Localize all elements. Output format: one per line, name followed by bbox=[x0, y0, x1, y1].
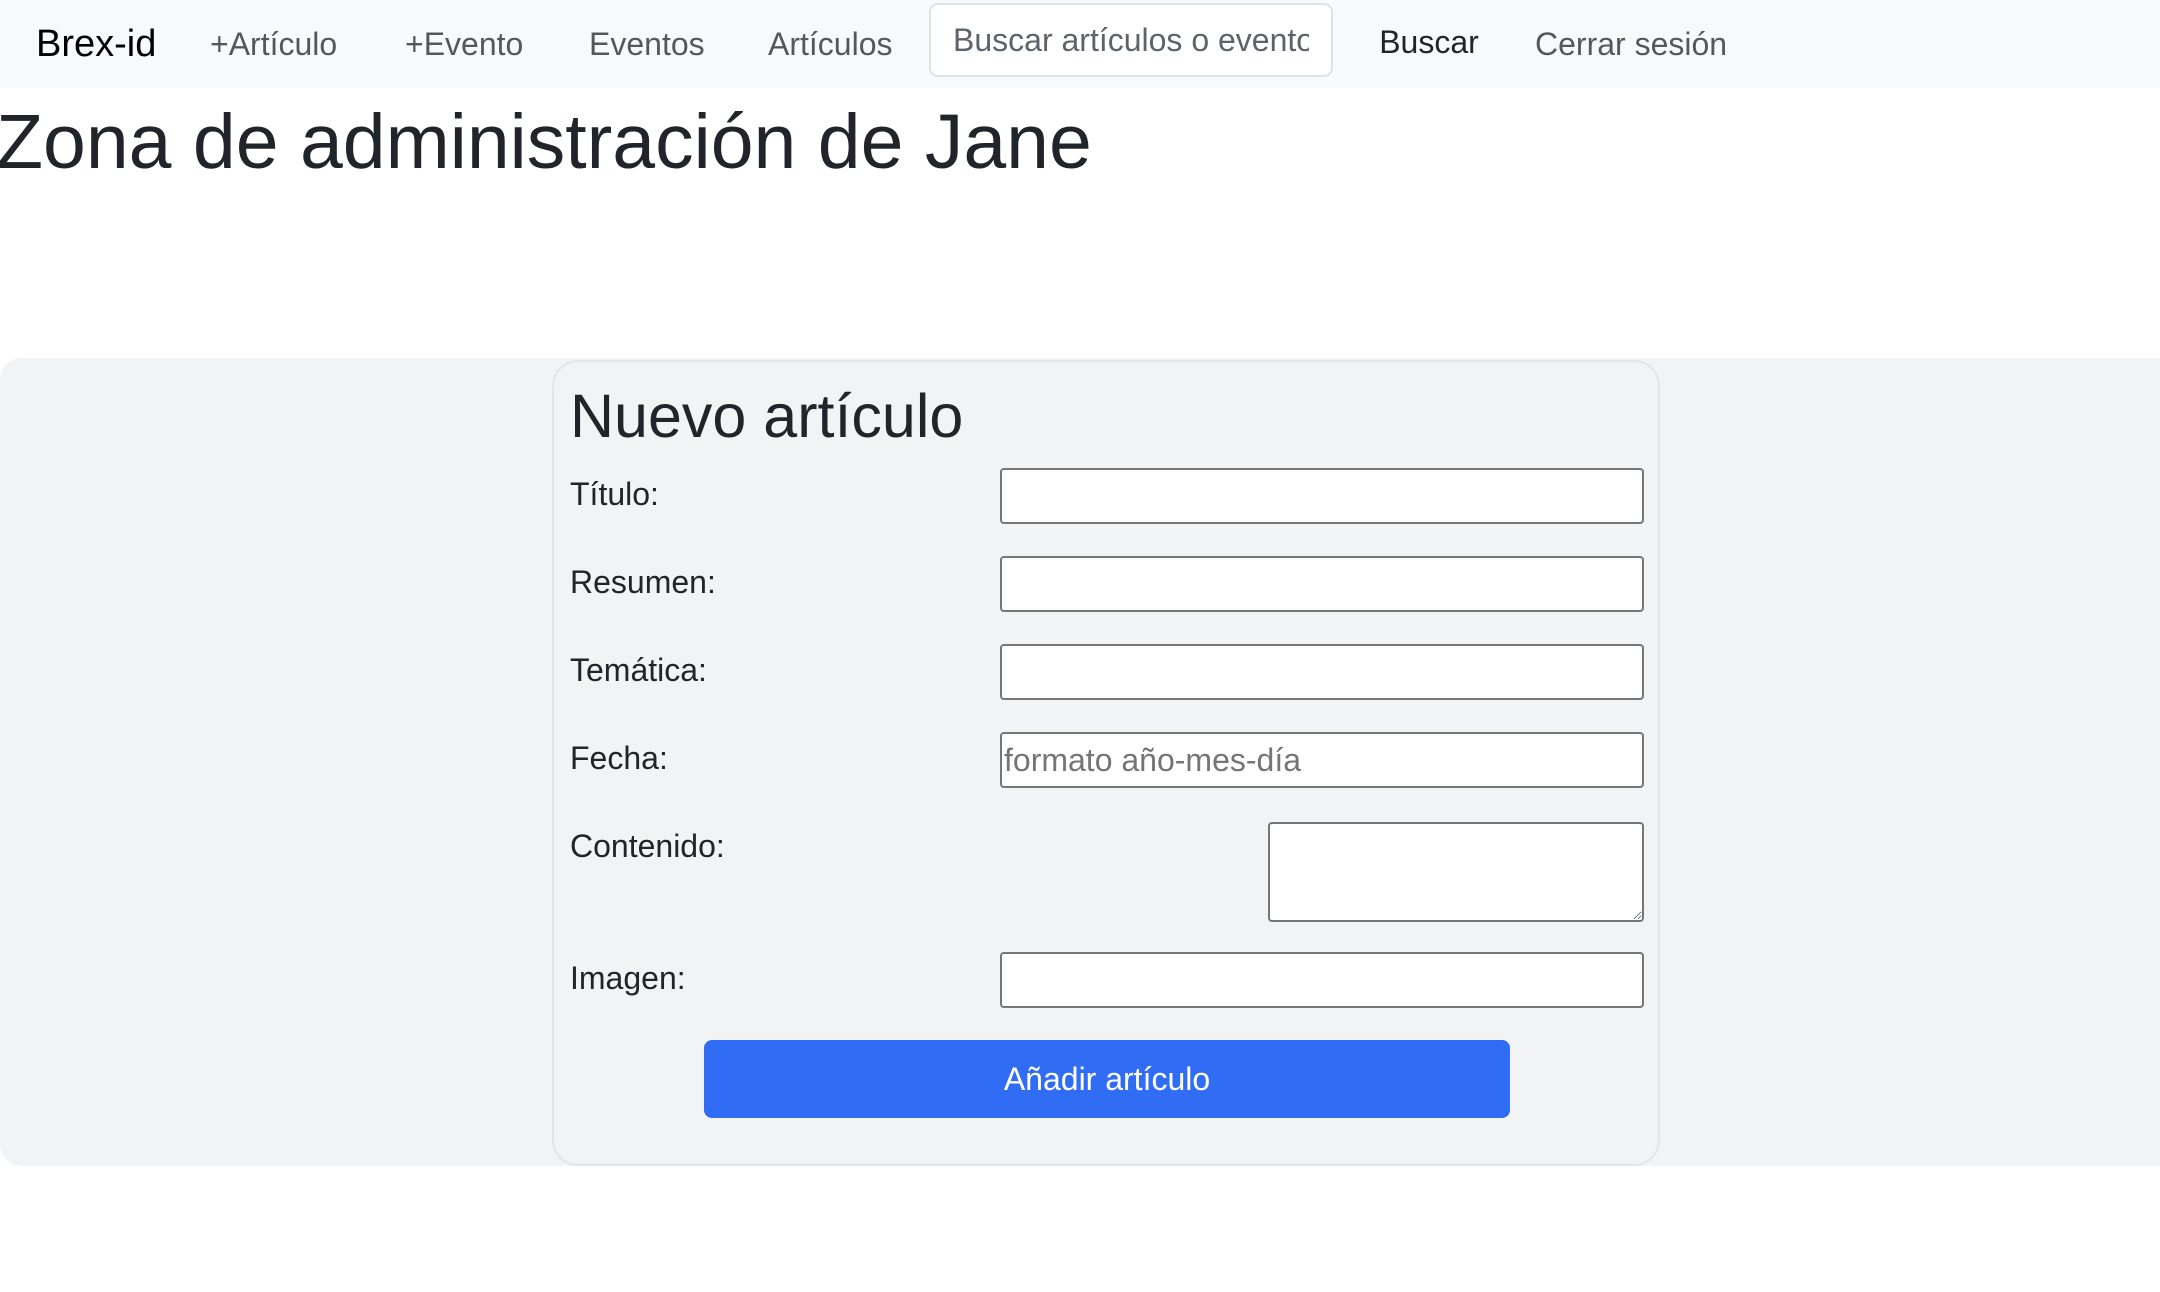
nav-link-new-article[interactable]: +Artículo bbox=[210, 20, 337, 68]
logout-link[interactable]: Cerrar sesión bbox=[1535, 20, 1727, 68]
search-input[interactable] bbox=[929, 3, 1333, 77]
top-navbar: Brex-id +Artículo +Evento Eventos Artícu… bbox=[0, 0, 2160, 88]
topic-label: Temática: bbox=[570, 652, 707, 688]
nav-link-events[interactable]: Eventos bbox=[589, 20, 705, 68]
search-button[interactable]: Buscar bbox=[1364, 8, 1494, 76]
content-textarea[interactable] bbox=[1268, 822, 1644, 922]
page-title: Zona de administración de Jane bbox=[0, 99, 1092, 185]
title-label: Título: bbox=[570, 476, 659, 512]
summary-input[interactable] bbox=[1000, 556, 1644, 612]
image-label: Imagen: bbox=[570, 960, 686, 996]
summary-label: Resumen: bbox=[570, 564, 716, 600]
brand-link[interactable]: Brex-id bbox=[36, 20, 156, 68]
title-input[interactable] bbox=[1000, 468, 1644, 524]
nav-link-new-event[interactable]: +Evento bbox=[405, 20, 523, 68]
date-input[interactable] bbox=[1000, 732, 1644, 788]
nav-link-articles[interactable]: Artículos bbox=[768, 20, 892, 68]
date-label: Fecha: bbox=[570, 740, 668, 776]
new-article-form: Nuevo artículo Título: Resumen: Temática… bbox=[552, 360, 1660, 1166]
add-article-button[interactable]: Añadir artículo bbox=[704, 1040, 1510, 1118]
form-heading: Nuevo artículo bbox=[570, 382, 964, 450]
image-input[interactable] bbox=[1000, 952, 1644, 1008]
topic-input[interactable] bbox=[1000, 644, 1644, 700]
content-label: Contenido: bbox=[570, 828, 725, 864]
